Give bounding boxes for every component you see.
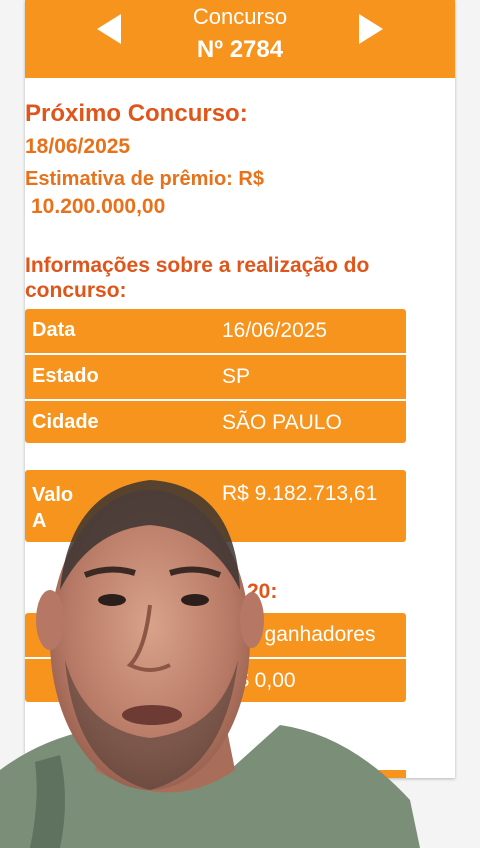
info-row-value: 16/06/2025	[222, 319, 328, 342]
info-row-value: SÃO PAULO	[222, 411, 342, 434]
prize-amount-row: Valo A R$ 9.182.713,61	[25, 470, 406, 542]
next-section-edge	[25, 770, 406, 778]
winners-heading: 20:	[247, 580, 278, 603]
next-contest-arrow-icon[interactable]	[359, 14, 383, 44]
winners-count-value: 0 ganhadores	[247, 623, 376, 646]
prize-amount-label: Valo A	[32, 482, 73, 534]
prize-label-line1: Valo	[32, 484, 74, 506]
info-row-label: Data	[32, 319, 76, 341]
info-row-city: Cidade SÃO PAULO	[25, 401, 406, 443]
prize-label-line2: A	[32, 510, 47, 532]
info-row-value: SP	[222, 365, 251, 388]
next-contest-date: 18/06/2025	[25, 135, 131, 158]
info-row-date: Data 16/06/2025	[25, 309, 406, 353]
prize-estimate-value: 10.200.000,00	[31, 195, 166, 218]
contest-header: Concurso Nº 2784	[25, 0, 455, 78]
draw-info-heading: Informações sobre a realização do concur…	[25, 254, 370, 302]
contest-title: Concurso	[192, 4, 288, 29]
contest-number: Nº 2784	[196, 36, 284, 63]
winners-row-count: 0 ganhadores	[25, 613, 406, 657]
winners-amount-value: R$ 0,00	[222, 669, 296, 692]
winners-row-amount: R$ 0,00	[25, 659, 406, 702]
info-row-label: Estado	[32, 365, 99, 387]
prize-estimate-label: Estimativa de prêmio: R$	[25, 168, 264, 190]
info-row-label: Cidade	[32, 411, 99, 433]
info-row-state: Estado SP	[25, 355, 406, 399]
next-contest-heading: Próximo Concurso:	[25, 100, 248, 127]
prize-amount-value: R$ 9.182.713,61	[222, 482, 378, 505]
